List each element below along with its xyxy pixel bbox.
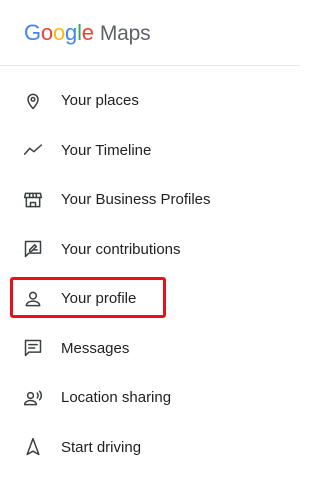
location-sharing-icon — [22, 387, 44, 409]
drawer-menu: Your places Your Timeline Your Business … — [0, 76, 300, 472]
menu-item-label: Your profile — [61, 290, 137, 308]
navigation-icon — [22, 436, 44, 458]
storefront-icon — [22, 189, 44, 211]
rate-review-icon — [22, 238, 44, 260]
logo-product-name: Maps — [99, 21, 151, 45]
logo-letter: e — [81, 19, 94, 45]
menu-item-messages[interactable]: Messages — [0, 324, 300, 374]
navigation-drawer: G o o g l e Maps Your places Your Timeli… — [0, 0, 300, 477]
menu-item-label: Your Business Profiles — [61, 191, 211, 209]
menu-item-label: Location sharing — [61, 389, 172, 407]
menu-item-start-driving[interactable]: Start driving — [0, 423, 300, 473]
menu-item-your-timeline[interactable]: Your Timeline — [0, 126, 300, 176]
message-icon — [22, 337, 44, 359]
menu-item-label: Your Timeline — [61, 141, 152, 159]
logo-letter: o — [40, 19, 53, 45]
menu-item-your-places[interactable]: Your places — [0, 76, 300, 126]
logo-letter: g — [65, 19, 78, 45]
logo-letter: o — [52, 19, 66, 45]
drawer-header: G o o g l e Maps — [0, 0, 300, 66]
menu-item-label: Your places — [61, 92, 139, 110]
menu-item-label: Messages — [61, 339, 130, 357]
menu-item-label: Start driving — [61, 438, 142, 456]
person-icon — [22, 288, 44, 310]
timeline-icon — [22, 139, 44, 161]
menu-item-your-profile[interactable]: Your profile — [0, 274, 300, 324]
google-maps-logo: G o o g l e Maps — [24, 19, 151, 46]
menu-item-label: Your contributions — [61, 240, 181, 258]
location-pin-icon — [22, 90, 44, 112]
menu-item-your-business-profiles[interactable]: Your Business Profiles — [0, 175, 300, 225]
logo-letter: G — [24, 19, 41, 45]
menu-item-location-sharing[interactable]: Location sharing — [0, 373, 300, 423]
menu-item-your-contributions[interactable]: Your contributions — [0, 225, 300, 275]
